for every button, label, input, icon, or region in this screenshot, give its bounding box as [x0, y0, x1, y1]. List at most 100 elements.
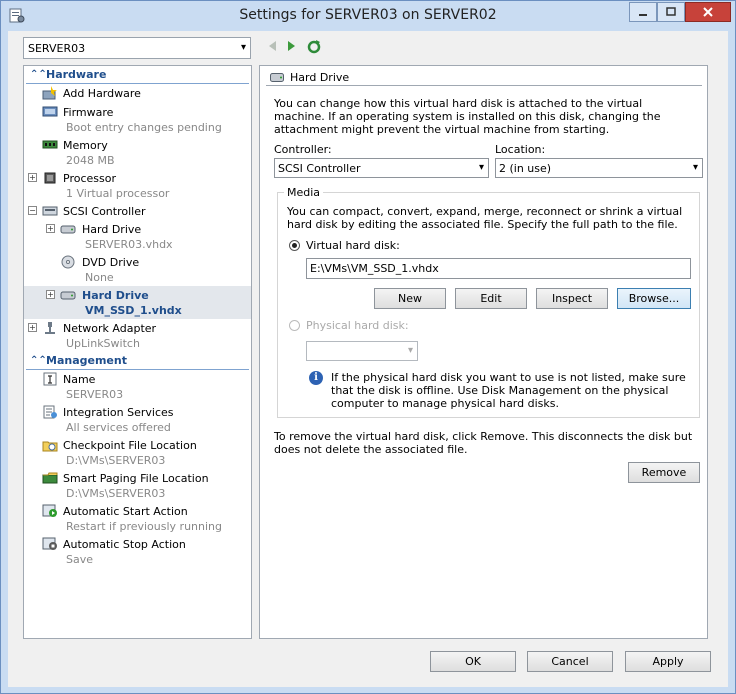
close-button[interactable]	[685, 2, 731, 22]
controller-dropdown[interactable]: SCSI Controller ▾	[274, 158, 489, 178]
controller-label: Controller:	[274, 143, 332, 156]
smart-paging-icon	[42, 472, 58, 484]
vm-selector-value: SERVER03	[28, 41, 86, 55]
tree-item-label: Memory	[63, 139, 108, 152]
tree-item-integration-services[interactable]: Integration Services All services offere…	[24, 403, 251, 436]
virtual-hard-disk-radio[interactable]	[289, 240, 300, 251]
hard-drive-icon	[60, 291, 76, 300]
tree-item-hard-drive-1[interactable]: + Hard Drive SERVER03.vhdx	[24, 220, 251, 253]
tree-item-label: Hard Drive	[82, 223, 142, 236]
tree-item-network-adapter[interactable]: + Network Adapter UpLinkSwitch	[24, 319, 251, 352]
ok-button[interactable]: OK	[430, 651, 516, 672]
physical-disk-note: If the physical hard disk you want to us…	[331, 371, 686, 410]
remove-instructions: To remove the virtual hard disk, click R…	[274, 430, 693, 456]
panel-title: Hard Drive	[290, 71, 350, 84]
tree-item-sub: D:\VMs\SERVER03	[66, 454, 166, 467]
back-arrow-icon[interactable]	[266, 39, 278, 53]
memory-icon	[42, 140, 58, 149]
window-title: Settings for SERVER03 on SERVER02	[239, 7, 497, 23]
cancel-button[interactable]: Cancel	[527, 651, 613, 672]
tree-item-label: Firmware	[63, 106, 114, 119]
auto-start-icon	[42, 504, 57, 517]
tree-item-sub: None	[85, 271, 114, 284]
management-section-header[interactable]: ⌃⌃ Management	[26, 354, 249, 370]
processor-icon	[44, 172, 56, 184]
tree-item-automatic-start-action[interactable]: Automatic Start Action Restart if previo…	[24, 502, 251, 535]
tree-item-memory[interactable]: Memory 2048 MB	[24, 136, 251, 169]
inspect-button[interactable]: Inspect	[536, 288, 608, 309]
tree-item-sub: 2048 MB	[66, 154, 115, 167]
forward-arrow-icon[interactable]	[286, 39, 298, 53]
tree-item-label: Automatic Start Action	[63, 505, 188, 518]
expand-icon[interactable]: +	[46, 290, 55, 299]
network-adapter-icon	[45, 322, 55, 334]
tree-item-firmware[interactable]: Firmware Boot entry changes pending	[24, 103, 251, 136]
settings-tree: ⌃⌃ Hardware Add Hardware Firmware Boot e…	[23, 65, 252, 639]
title-bar[interactable]: Settings for SERVER03 on SERVER02	[1, 1, 735, 31]
tree-item-label: Network Adapter	[63, 322, 157, 335]
tree-item-sub: Save	[66, 553, 94, 566]
tree-item-label: Add Hardware	[63, 87, 141, 100]
tree-item-label: Integration Services	[63, 406, 174, 419]
client-area: SERVER03 ▾ ⌃⌃ Hardware Add Hardware Firm…	[8, 31, 728, 687]
refresh-icon[interactable]	[306, 39, 322, 55]
tree-item-label: SCSI Controller	[63, 205, 146, 218]
tree-item-sub: Restart if previously running	[66, 520, 222, 533]
chevron-down-icon: ▾	[692, 162, 698, 173]
controller-value: SCSI Controller	[278, 161, 361, 175]
tree-item-label: Checkpoint File Location	[63, 439, 197, 452]
hard-drive-icon	[270, 73, 284, 82]
chevron-down-icon: ▾	[407, 345, 413, 356]
maximize-button[interactable]	[657, 2, 685, 22]
expand-icon[interactable]: +	[28, 323, 37, 332]
firmware-icon	[42, 106, 58, 117]
location-dropdown[interactable]: 2 (in use) ▾	[495, 158, 703, 178]
tree-item-sub: All services offered	[66, 421, 171, 434]
hardware-section-header[interactable]: ⌃⌃ Hardware	[26, 68, 249, 84]
scsi-controller-icon	[42, 206, 58, 216]
tree-item-checkpoint-file-location[interactable]: Checkpoint File Location D:\VMs\SERVER03	[24, 436, 251, 469]
nav-toolbar	[266, 39, 322, 55]
tree-item-sub: D:\VMs\SERVER03	[66, 487, 166, 500]
physical-hard-disk-radio[interactable]	[289, 320, 300, 331]
apply-button[interactable]: Apply	[625, 651, 711, 672]
tree-item-label: Hard Drive	[82, 289, 149, 302]
chevron-down-icon: ▾	[240, 42, 246, 53]
close-icon	[703, 7, 713, 17]
vm-selector[interactable]: SERVER03 ▾	[23, 37, 251, 59]
edit-button[interactable]: Edit	[455, 288, 527, 309]
tree-item-sub: UpLinkSwitch	[66, 337, 140, 350]
minimize-button[interactable]	[629, 2, 657, 22]
tree-item-smart-paging-file-location[interactable]: Smart Paging File Location D:\VMs\SERVER…	[24, 469, 251, 502]
tree-item-scsi-controller[interactable]: − SCSI Controller	[24, 202, 251, 220]
tree-item-dvd-drive[interactable]: DVD Drive None	[24, 253, 251, 286]
tree-item-label: Smart Paging File Location	[63, 472, 209, 485]
panel-header: Hard Drive	[266, 70, 702, 86]
remove-button[interactable]: Remove	[628, 462, 700, 483]
collapse-icon[interactable]: −	[28, 206, 37, 215]
new-button[interactable]: New	[374, 288, 446, 309]
tree-item-processor[interactable]: + Processor 1 Virtual processor	[24, 169, 251, 202]
expand-icon[interactable]: +	[28, 173, 37, 182]
collapse-chevron-icon: ⌃⌃	[30, 355, 47, 366]
browse-button[interactable]: Browse...	[617, 288, 691, 309]
integration-services-icon	[43, 405, 57, 419]
tree-item-sub: 1 Virtual processor	[66, 187, 170, 200]
settings-window: Settings for SERVER03 on SERVER02 SERVER…	[0, 0, 736, 694]
tree-item-name[interactable]: Name SERVER03	[24, 370, 251, 403]
tree-item-label: Processor	[63, 172, 116, 185]
minimize-icon	[639, 14, 647, 16]
management-header-label: Management	[46, 354, 127, 367]
vhd-path-input[interactable]: E:\VMs\VM_SSD_1.vhdx	[306, 258, 691, 279]
hard-drive-icon	[60, 225, 76, 234]
virtual-hard-disk-label: Virtual hard disk:	[306, 239, 400, 252]
auto-stop-icon	[42, 537, 57, 550]
physical-disk-dropdown[interactable]: ▾	[306, 341, 418, 361]
info-icon: i	[309, 371, 323, 385]
panel-intro-text: You can change how this virtual hard dis…	[274, 97, 661, 136]
dvd-drive-icon	[61, 255, 75, 269]
tree-item-automatic-stop-action[interactable]: Automatic Stop Action Save	[24, 535, 251, 568]
tree-item-label: DVD Drive	[82, 256, 140, 269]
tree-item-hard-drive-2[interactable]: + Hard Drive VM_SSD_1.vhdx	[24, 286, 251, 319]
expand-icon[interactable]: +	[46, 224, 55, 233]
